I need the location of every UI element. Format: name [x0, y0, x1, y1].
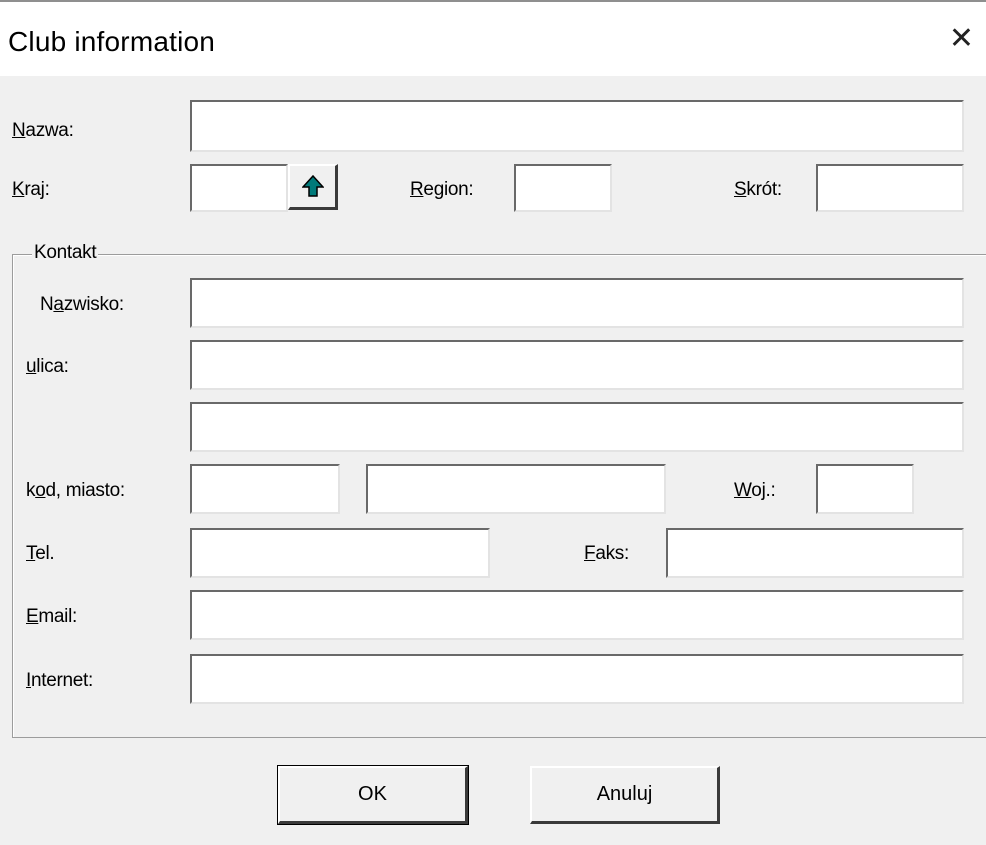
contact-legend: Kontakt [32, 242, 99, 264]
nazwisko-label: Nazwisko: [40, 294, 124, 315]
kraj-lookup-button[interactable] [288, 164, 338, 210]
tel-input[interactable] [190, 528, 490, 578]
internet-label: Internet: [26, 670, 94, 691]
internet-input[interactable] [190, 654, 964, 704]
skrot-label: Skrót: [734, 179, 782, 200]
nazwa-label: Nazwa: [12, 120, 74, 141]
title-bar: Club information ✕ [0, 0, 986, 76]
kraj-label: Kraj: [12, 179, 50, 200]
nazwisko-input[interactable] [190, 278, 964, 328]
kod-miasto-label: kod, miasto: [26, 480, 125, 501]
faks-input[interactable] [666, 528, 964, 578]
faks-label: Faks: [584, 543, 629, 564]
kraj-input[interactable] [190, 164, 288, 212]
window-title: Club information [8, 26, 216, 57]
ok-button[interactable]: OK [277, 765, 469, 825]
kod-input[interactable] [190, 464, 340, 514]
ulica-line2-input[interactable] [190, 402, 964, 452]
region-label: Region: [410, 179, 474, 200]
arrow-up-icon [302, 175, 324, 197]
cancel-button[interactable]: Anuluj [530, 766, 720, 824]
email-label: Email: [26, 606, 77, 627]
skrot-input[interactable] [816, 164, 964, 212]
miasto-input[interactable] [366, 464, 666, 514]
close-icon[interactable]: ✕ [949, 24, 974, 54]
email-input[interactable] [190, 590, 964, 640]
ulica-label: ulica: [26, 356, 69, 377]
ulica-input[interactable] [190, 340, 964, 390]
tel-label: Tel. [26, 543, 55, 564]
woj-label: Woj.: [734, 480, 776, 501]
nazwa-input[interactable] [190, 100, 964, 152]
woj-input[interactable] [816, 464, 914, 514]
region-input[interactable] [514, 164, 612, 212]
